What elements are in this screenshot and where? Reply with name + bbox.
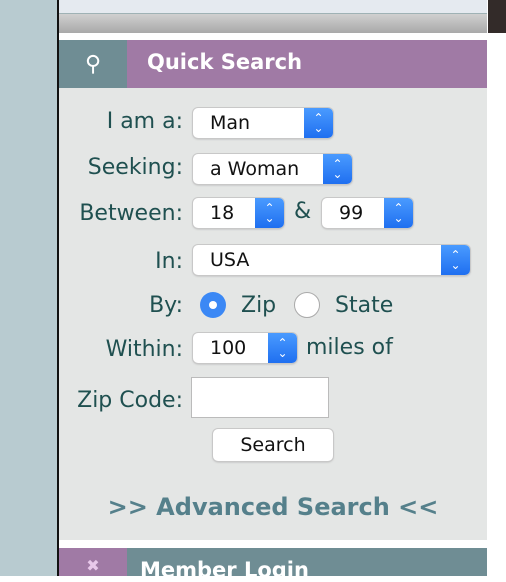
within-label: Within: [105,337,183,362]
seeking-label: Seeking: [87,155,183,180]
in-label: In: [155,249,183,274]
search-button[interactable]: Search [213,429,333,461]
quick-search-title: Quick Search [147,50,303,74]
i-am-value: Man [210,112,251,134]
chevron-updown-icon: ⌃ ⌄ [441,245,470,275]
chevron-updown-icon: ⌃ ⌄ [384,198,413,228]
zip-radio[interactable] [200,292,226,318]
state-radio[interactable] [294,292,320,318]
between-label: Between: [79,201,183,226]
i-am-select[interactable]: Man ⌃ ⌄ [193,108,333,138]
chevron-updown-icon: ⌃ ⌄ [268,333,297,363]
age-max-value: 99 [339,202,364,224]
chevron-updown-icon: ⌃ ⌄ [323,154,352,184]
previous-panel [59,0,487,14]
zip-code-label: Zip Code: [77,388,183,413]
chevron-updown-icon: ⌃ ⌄ [304,108,333,138]
zip-code-input[interactable] [191,377,329,418]
advanced-search-link[interactable]: >> Advanced Search << [59,493,487,521]
miles-of-label: miles of [306,335,393,360]
seeking-value: a Woman [210,158,300,180]
state-radio-label: State [335,293,394,318]
panel-footer [59,14,487,33]
seeking-select[interactable]: a Woman ⌃ ⌄ [193,154,352,184]
chevron-updown-icon: ⌃ ⌄ [255,198,284,228]
i-am-label: I am a: [106,109,183,134]
member-login-title: Member Login [140,558,309,582]
age-min-select[interactable]: 18 ⌃ ⌄ [193,198,284,228]
page-background [0,0,57,576]
by-label: By: [149,293,183,318]
magnifier-icon: ⚲ [59,40,127,88]
zip-radio-label: Zip [241,293,277,318]
and-label: & [294,199,312,224]
country-select[interactable]: USA ⌃ ⌄ [193,245,470,275]
within-value: 100 [210,337,247,359]
age-max-select[interactable]: 99 ⌃ ⌄ [322,198,413,228]
dark-block [488,0,506,33]
cross-icon: ✖ [59,548,127,576]
within-select[interactable]: 100 ⌃ ⌄ [193,333,297,363]
age-min-value: 18 [210,202,235,224]
country-value: USA [210,249,250,271]
